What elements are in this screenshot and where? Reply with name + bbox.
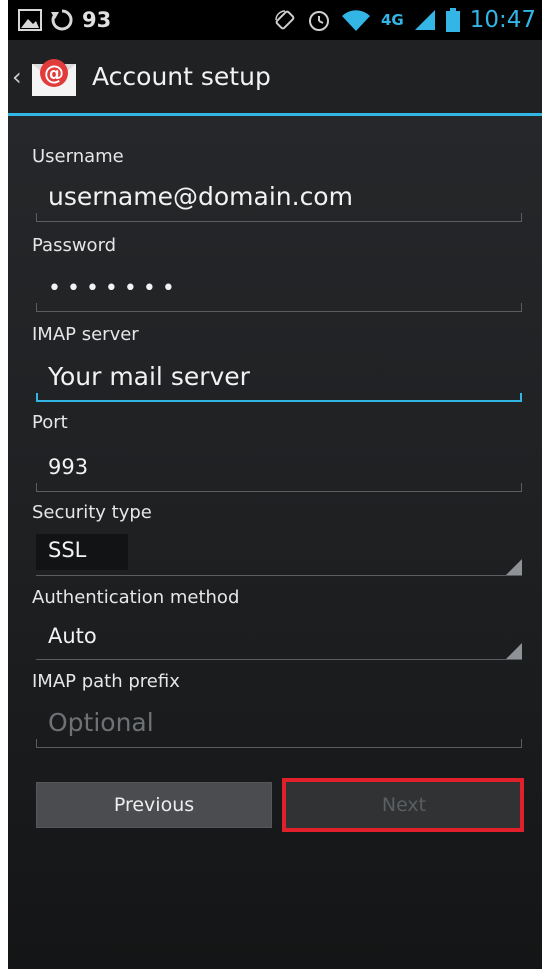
security-type-underline — [36, 575, 522, 576]
password-label: Password — [32, 235, 117, 256]
back-chevron-icon[interactable]: ‹ — [12, 65, 26, 89]
port-underline — [36, 483, 522, 492]
previous-button[interactable]: Previous — [36, 782, 272, 828]
imap-server-label: IMAP server — [32, 324, 139, 345]
username-label: Username — [32, 146, 124, 167]
security-type-spinner[interactable]: SSL — [36, 532, 522, 576]
status-bar: 93 4G 10:47 — [8, 0, 542, 40]
port-label: Port — [32, 412, 68, 433]
signal-icon — [414, 10, 435, 30]
clock: 10:47 — [469, 7, 536, 33]
username-underline — [36, 213, 522, 222]
imap-path-prefix-label: IMAP path prefix — [32, 671, 180, 692]
next-button-highlight — [282, 778, 524, 832]
rotate-icon — [275, 10, 295, 30]
security-type-value: SSL — [48, 538, 87, 562]
alarm-icon — [308, 11, 329, 31]
notification-count: 93 — [82, 8, 112, 32]
password-underline — [36, 303, 522, 312]
port-field[interactable]: 993 — [36, 448, 522, 492]
auth-method-underline — [36, 659, 522, 660]
security-type-label: Security type — [32, 502, 152, 523]
password-value: ••••••• — [48, 276, 181, 301]
imap-server-field[interactable]: Your mail server — [36, 358, 522, 402]
sync-icon — [51, 9, 73, 31]
auth-method-value: Auto — [48, 624, 97, 648]
email-app-icon[interactable]: @ — [30, 56, 78, 98]
port-value: 993 — [48, 455, 89, 479]
imap-path-prefix-field[interactable]: Optional — [36, 704, 522, 748]
imap-server-value: Your mail server — [48, 362, 250, 391]
imap-server-underline — [36, 393, 522, 402]
battery-icon — [445, 8, 460, 32]
imap-path-prefix-underline — [36, 739, 522, 748]
auth-method-spinner[interactable]: Auto — [36, 616, 522, 660]
app-icon-glyph: @ — [44, 61, 64, 85]
dropdown-arrow-icon — [506, 559, 522, 575]
network-label: 4G — [380, 11, 404, 29]
auth-method-label: Authentication method — [32, 587, 240, 608]
status-left: 93 — [18, 8, 111, 32]
imap-path-prefix-placeholder: Optional — [48, 708, 154, 737]
phone-screen: 93 4G 10:47 ‹ @ Account setup Username u… — [8, 0, 542, 969]
page-title: Account setup — [92, 62, 271, 91]
image-icon — [18, 9, 42, 31]
password-field[interactable]: ••••••• — [36, 268, 522, 312]
status-right: 4G 10:47 — [273, 7, 536, 33]
action-bar[interactable]: ‹ @ Account setup — [8, 40, 542, 116]
dropdown-arrow-icon — [506, 643, 522, 659]
username-value: username@domain.com — [48, 182, 353, 211]
wifi-icon — [341, 10, 370, 31]
username-field[interactable]: username@domain.com — [36, 178, 522, 222]
